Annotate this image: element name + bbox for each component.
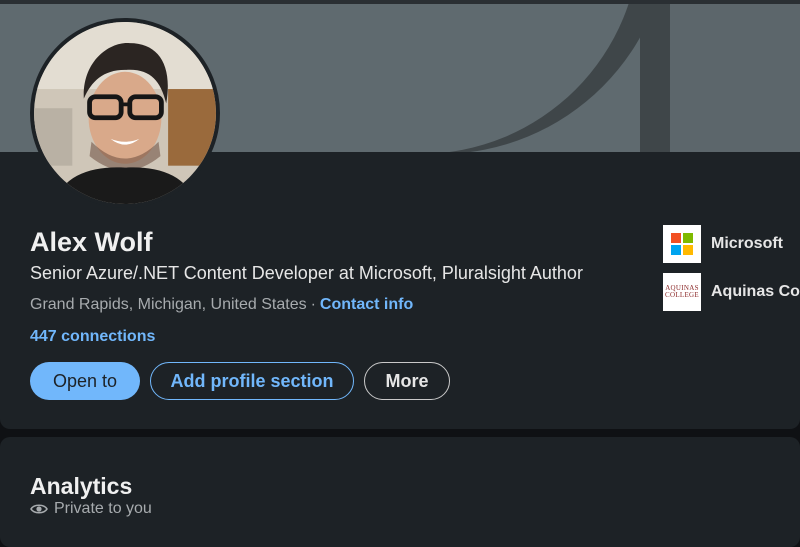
profile-card: Alex Wolf Senior Azure/.NET Content Deve…: [0, 0, 800, 429]
org-item-microsoft[interactable]: Microsoft: [663, 225, 783, 263]
analytics-title: Analytics: [30, 473, 133, 499]
contact-info-link[interactable]: Contact info: [320, 296, 413, 313]
connections-link[interactable]: 447 connections: [30, 328, 155, 346]
add-profile-section-button[interactable]: Add profile section: [150, 362, 354, 400]
microsoft-logo: [663, 225, 701, 263]
open-to-button[interactable]: Open to: [30, 362, 140, 400]
analytics-card: Analytics Private to you: [0, 437, 800, 547]
avatar-photo: [34, 22, 216, 204]
visibility-text: Private to you: [54, 500, 152, 517]
profile-name: Alex Wolf: [30, 227, 153, 257]
cover-light-panel: [670, 4, 800, 152]
profile-location: Grand Rapids, Michigan, United States: [30, 296, 307, 313]
location-line: Grand Rapids, Michigan, United States · Co…: [30, 296, 413, 314]
separator: ·: [310, 296, 316, 313]
profile-headline: Senior Azure/.NET Content Developer at M…: [30, 263, 583, 283]
org-name: Aquinas Col: [711, 283, 800, 300]
cover-dark-band: [640, 4, 670, 152]
logo-text-line: COLLEGE: [665, 291, 699, 299]
aquinas-college-logo: AQUINAS COLLEGE: [663, 273, 701, 311]
eye-icon: [30, 504, 48, 514]
avatar[interactable]: [30, 18, 220, 208]
org-name: Microsoft: [711, 235, 783, 252]
private-label: Private to you: [30, 500, 152, 518]
org-item-aquinas[interactable]: AQUINAS COLLEGE Aquinas Col: [663, 273, 800, 311]
more-button[interactable]: More: [364, 362, 450, 400]
